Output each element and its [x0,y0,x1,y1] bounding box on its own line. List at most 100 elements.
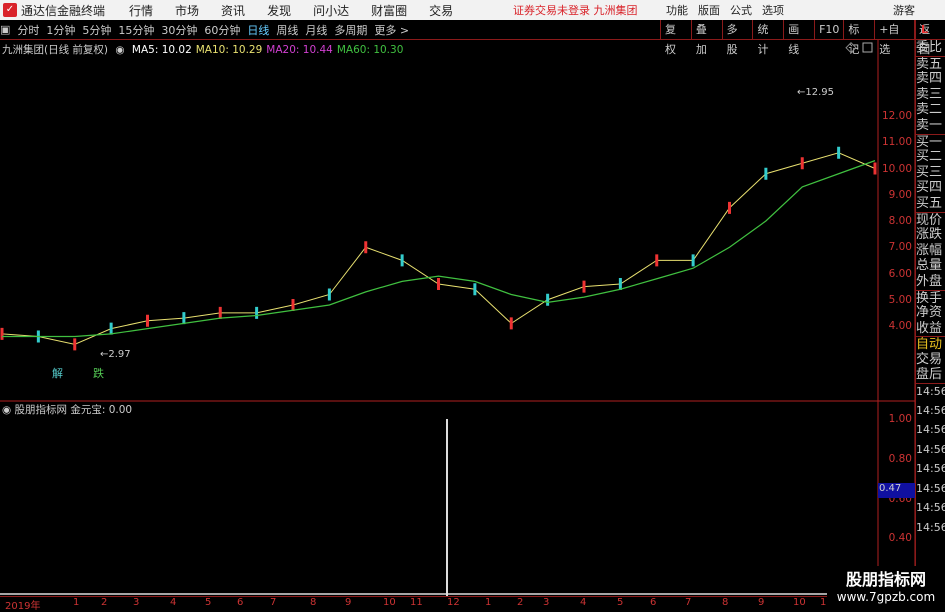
x-tick: 1 [73,597,80,608]
quote-label: 委比 [916,40,943,55]
candle [764,167,768,180]
action-button[interactable]: F10 [814,20,843,40]
x-tick: 10 [383,597,396,608]
watermark: 股朋指标网 www.7gpzb.com [827,566,945,609]
period-tab[interactable]: 月线 [305,22,327,38]
x-tick: 6 [237,597,244,608]
mode-indicator[interactable]: L [915,20,945,40]
price-tick: 10.00 [881,162,912,175]
rmenu-2[interactable]: 公式 [730,2,752,18]
candle [437,278,440,290]
price-tick: 6.00 [888,267,912,280]
x-tick: 8 [310,597,317,608]
period-tab[interactable]: 日线 [247,22,269,38]
tick-time: 14:56 [916,462,945,476]
menu-2[interactable]: 资讯 [221,2,245,19]
indicator-toggle-icon[interactable]: ◉ [2,404,11,416]
quote-label: 涨跌 [916,227,943,243]
quote-label: 买一 [916,133,945,149]
menu-0[interactable]: 行情 [129,2,153,19]
price-tick: 7.00 [888,241,912,254]
quote-label: 卖二 [916,102,943,118]
period-tab[interactable]: 周线 [276,22,298,38]
period-tab[interactable]: 30分钟 [161,22,197,38]
x-tick: 9 [345,597,352,608]
quote-label: 卖四 [916,71,943,87]
rmenu-3[interactable]: 选项 [762,2,784,18]
quote-label: 收益 [916,320,943,336]
candle [546,293,550,306]
price-tick: 8.00 [888,215,912,227]
indicator-value: 金元宝: 0.00 [70,404,133,416]
candle [473,283,477,296]
period-tab[interactable]: 15分钟 [118,22,154,38]
title-bar: ✓ 通达信金融终端 行情 市场 资讯 发现 问小达 财富圈 交易 证券交易未登录 九洲集团 … [0,0,945,20]
price-tick: 5.00 [888,293,912,306]
menu-4[interactable]: 问小达 [313,2,349,19]
period-tab[interactable]: 更多 > [374,22,409,38]
action-button[interactable]: 画线 [783,20,814,56]
price-tick: 11.00 [881,136,912,149]
diamond-icon [845,42,857,54]
rmenu-0[interactable]: 功能 [666,2,688,18]
quote-label: 涨幅 [916,242,943,258]
indicator-name: 股朋指标网 [14,404,68,416]
panel-tab[interactable]: 盘后 [916,367,945,383]
action-button[interactable]: +自选 [874,20,914,56]
menu-1[interactable]: 市场 [175,2,199,19]
panel-toggle-icon[interactable]: ▣ [0,23,10,36]
panel-tab[interactable]: 交易 [916,352,945,368]
x-tick: 5 [617,597,624,608]
event-mark: 解 [52,366,63,380]
action-button[interactable]: 标记 [843,20,874,56]
quote-label: 现价 [916,211,945,227]
x-tick: 12 [447,597,460,608]
kline-chart[interactable]: ←12.95 ←2.97 解 跌 [0,40,915,609]
period-tab[interactable]: 分时 [17,22,39,38]
quote-label: 买五 [916,195,943,211]
rmenu-1[interactable]: 版面 [698,2,720,18]
menu-5[interactable]: 财富圈 [371,2,407,19]
x-tick: 3 [133,597,140,608]
candle [618,278,622,290]
period-tab[interactable]: 多周期 [334,22,367,38]
tick-time: 14:56 [916,501,945,515]
period-tab[interactable]: 1分钟 [46,22,75,38]
x-tick: 8 [722,597,729,608]
quote-panel: 委比 卖五 卖四 卖三 卖二 卖一 买一 买二 买三 买四 买五 现价 涨跌 涨幅 总量 外盘 换手 净资 收益 自动… [915,40,945,609]
x-tick: 10 [793,597,806,608]
candle [364,241,368,254]
price-tick: 4.00 [888,320,912,332]
menu-3[interactable]: 发现 [267,2,291,19]
x-tick: 3 [543,597,550,608]
action-button[interactable]: 多股 [721,20,753,56]
x-tick: 9 [758,597,765,608]
period-tab[interactable]: 5分钟 [82,22,111,38]
menu-6[interactable]: 交易 [429,2,453,19]
candle [728,201,731,214]
action-button[interactable]: 复权 [660,20,691,56]
tick-time: 14:56 [916,481,945,495]
candle [800,157,804,170]
period-toolbar: ▣ 分时 1分钟 5分钟 15分钟 30分钟 60分钟 日线 周线 月线 多周期 更多 > 复权 叠加… [0,20,945,56]
user-label[interactable]: 游客 [893,2,915,18]
panel-tab[interactable]: 自动 [916,336,945,352]
tick-time: 14:56 [916,383,945,403]
candle [218,306,222,319]
period-tab[interactable]: 60分钟 [204,22,240,38]
layout-icon [862,42,873,53]
action-button[interactable]: 叠加 [690,20,722,56]
login-notice[interactable]: 证券交易未登录 九洲集团 [513,2,638,18]
x-tick: 4 [170,597,177,608]
watermark-url: www.7gpzb.com [836,590,936,604]
app-logo-icon: ✓ [3,3,17,17]
action-button[interactable]: 统计 [752,20,783,56]
tick-time: 14:56 [916,442,945,456]
x-tick: 1 [485,597,492,608]
x-tick: 5 [205,597,212,608]
indicator-tick: 0.80 [888,452,912,465]
candle [73,338,77,351]
tick-time: 14:56 [916,520,945,534]
x-tick: 2 [517,597,524,608]
candle [327,288,331,301]
